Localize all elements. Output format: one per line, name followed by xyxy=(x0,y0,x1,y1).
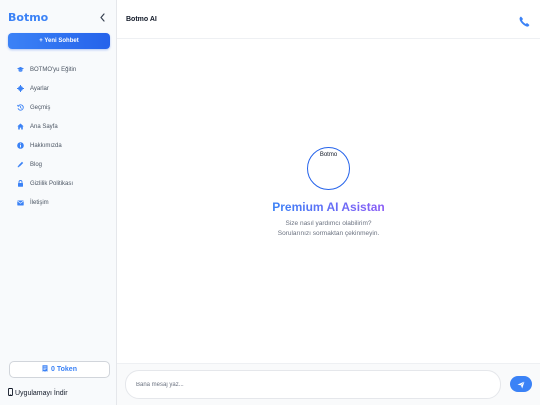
sidebar-item-label: Hakkımızda xyxy=(30,142,62,149)
home-icon xyxy=(17,123,24,130)
chat-main: Botmo AI Botmo Premium AI Asistan Size n… xyxy=(117,0,540,405)
new-chat-button[interactable]: + Yeni Sohbet xyxy=(8,33,110,49)
sidebar-item-history[interactable]: Geçmiş xyxy=(0,98,117,117)
download-app-link[interactable]: Uygulamayı İndir xyxy=(8,388,68,398)
sidebar-item-label: BOTMO'yu Eğitin xyxy=(30,66,77,73)
sidebar-header: Botmo xyxy=(0,0,116,34)
sidebar-item-train[interactable]: BOTMO'yu Eğitin xyxy=(0,60,117,79)
sidebar-item-privacy[interactable]: Gizlilik Politikası xyxy=(0,174,117,193)
hero-title: Premium AI Asistan xyxy=(272,200,385,214)
welcome-panel: Botmo Premium AI Asistan Size nasıl yard… xyxy=(117,147,540,239)
send-button[interactable] xyxy=(510,376,532,392)
paper-plane-icon xyxy=(517,377,525,392)
phone-icon[interactable] xyxy=(519,14,530,27)
chevron-left-icon[interactable] xyxy=(97,12,107,22)
brand-logo: Botmo xyxy=(8,10,49,24)
blog-icon xyxy=(17,161,24,168)
sidebar-item-about[interactable]: Hakkımızda xyxy=(0,136,117,155)
token-balance-button[interactable]: 0 Token xyxy=(9,361,110,378)
sidebar-item-blog[interactable]: Blog xyxy=(0,155,117,174)
sidebar-item-label: Ana Sayfa xyxy=(30,123,58,130)
hero-subtitle-line: Size nasıl yardımcı olabilirim? xyxy=(285,220,372,227)
download-app-label: Uygulamayı İndir xyxy=(15,389,68,397)
message-composer xyxy=(117,363,540,405)
sidebar-item-label: İletişim xyxy=(30,199,49,206)
info-icon xyxy=(17,142,24,149)
bot-avatar: Botmo xyxy=(307,147,350,190)
receipt-icon xyxy=(42,365,48,374)
history-icon xyxy=(17,104,24,111)
sidebar-item-label: Ayarlar xyxy=(30,85,49,92)
sidebar-item-label: Blog xyxy=(30,161,43,168)
graduation-cap-icon xyxy=(17,66,24,73)
sidebar: Botmo + Yeni Sohbet BOTMO'yu Eğitin Ayar… xyxy=(0,0,117,405)
sidebar-item-settings[interactable]: Ayarlar xyxy=(0,79,117,98)
envelope-icon xyxy=(17,199,24,206)
sidebar-item-contact[interactable]: İletişim xyxy=(0,193,117,212)
hero-subtitle-line: Sorularınızı sormaktan çekinmeyin. xyxy=(277,230,380,237)
sidebar-item-label: Gizlilik Politikası xyxy=(30,180,74,187)
sidebar-menu: BOTMO'yu Eğitin Ayarlar Geçmiş Ana Sayfa xyxy=(0,60,117,212)
sidebar-item-home[interactable]: Ana Sayfa xyxy=(0,117,117,136)
message-input[interactable] xyxy=(125,370,501,399)
mobile-phone-icon xyxy=(8,388,13,398)
hero-subtitle: Size nasıl yardımcı olabilirim? Soruları… xyxy=(278,219,380,239)
sidebar-item-label: Geçmiş xyxy=(30,104,51,111)
lock-icon xyxy=(17,180,24,187)
token-label: 0 Token xyxy=(51,366,77,373)
gear-icon xyxy=(17,85,24,92)
chat-header: Botmo AI xyxy=(117,0,540,39)
chat-title: Botmo AI xyxy=(126,15,157,23)
app-window: Botmo + Yeni Sohbet BOTMO'yu Eğitin Ayar… xyxy=(0,0,540,405)
bot-avatar-label: Botmo xyxy=(319,152,338,158)
